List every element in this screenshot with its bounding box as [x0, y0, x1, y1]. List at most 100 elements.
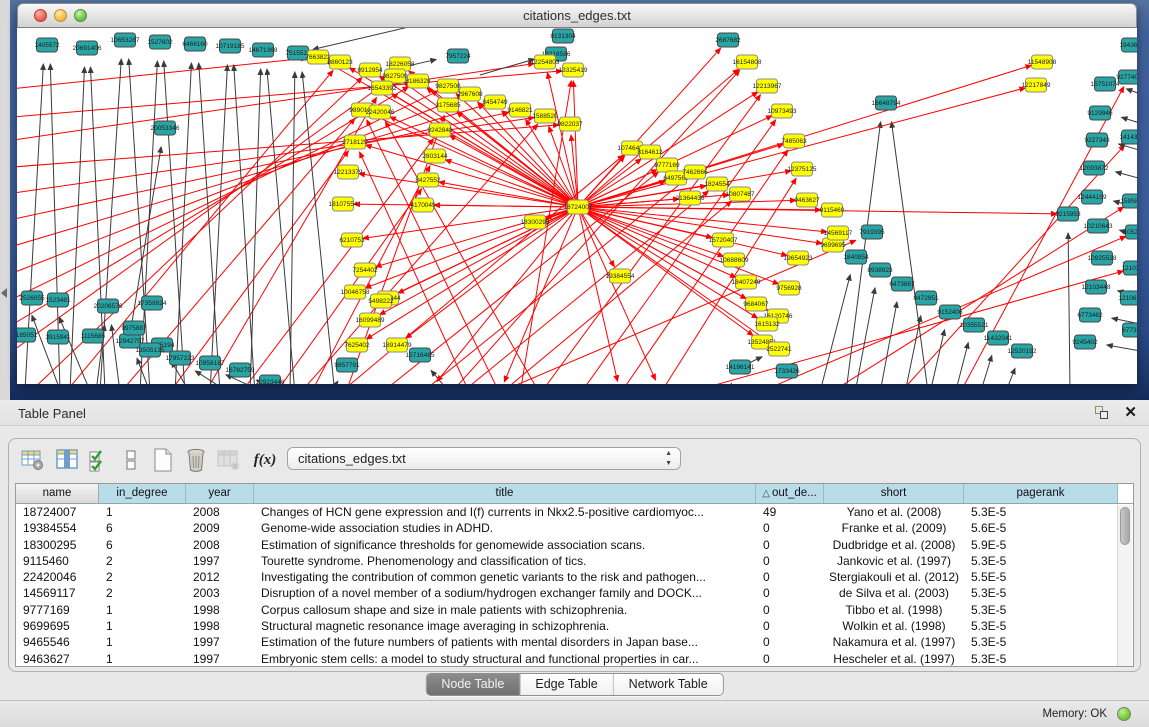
tab-edge-table[interactable]: Edge Table: [520, 674, 613, 695]
tab-node-table[interactable]: Node Table: [426, 674, 520, 695]
show-columns-icon[interactable]: [53, 446, 81, 474]
table-row[interactable]: 946362711997Embryonic stem cells: a mode…: [16, 651, 1133, 667]
table-row[interactable]: 911546021997Tourette syndrome. Phenomeno…: [16, 553, 1133, 569]
new-column-icon[interactable]: [149, 446, 177, 474]
graph-node[interactable]: 3175685: [435, 98, 461, 112]
graph-node[interactable]: 5498222: [368, 294, 394, 308]
graph-node[interactable]: 3915941: [45, 330, 71, 344]
graph-node[interactable]: 2967608: [457, 87, 483, 101]
graph-node[interactable]: 10719185: [216, 39, 245, 53]
graph-node[interactable]: 1588520: [532, 109, 558, 123]
graph-node[interactable]: 12520192: [1008, 344, 1037, 358]
table-mode-icon[interactable]: [19, 446, 47, 474]
table-row[interactable]: 977716911998Corpus callosum shape and si…: [16, 602, 1133, 618]
graph-node[interactable]: 12444159: [1078, 190, 1107, 204]
graph-node[interactable]: 16099489: [356, 313, 385, 327]
graph-node[interactable]: 14671368: [249, 43, 278, 57]
graph-node[interactable]: 9245402: [1072, 335, 1098, 349]
graph-node[interactable]: 9115460: [820, 203, 845, 217]
delete-table-icon[interactable]: [215, 446, 243, 474]
graph-node[interactable]: 6473867: [889, 277, 915, 291]
graph-node[interactable]: 2718129: [342, 135, 368, 149]
graph-node[interactable]: 1405572: [34, 38, 60, 52]
graph-node[interactable]: 17359924: [138, 296, 167, 310]
graph-node[interactable]: 9857791: [334, 358, 360, 372]
table-row[interactable]: 969969511998Structural magnetic resonanc…: [16, 618, 1133, 634]
graph-node[interactable]: 10925528: [1088, 251, 1117, 265]
graph-node[interactable]: 8186328: [405, 74, 431, 88]
graph-node[interactable]: 9777169: [654, 158, 680, 172]
graph-node[interactable]: 10958187: [196, 356, 225, 370]
graph-node[interactable]: 7254402: [352, 263, 378, 277]
graph-node[interactable]: 9152406: [937, 305, 963, 319]
graph-node[interactable]: 8938923: [867, 263, 893, 277]
graph-node[interactable]: 22420046: [366, 105, 395, 119]
graph-node[interactable]: 18914479: [383, 338, 412, 352]
graph-node[interactable]: 1615132: [754, 317, 780, 331]
column-header-year[interactable]: year: [186, 484, 254, 503]
column-header-name[interactable]: name: [16, 484, 99, 503]
graph-node[interactable]: 13505135: [136, 343, 165, 357]
table-row[interactable]: 1456911722003Disruption of a novel membe…: [16, 585, 1133, 601]
select-all-icon[interactable]: [85, 446, 113, 474]
graph-node[interactable]: 11548908: [1028, 55, 1057, 69]
table-selector-dropdown[interactable]: citations_edges.txt ▲▼: [287, 447, 681, 470]
graph-node[interactable]: 10688609: [720, 253, 749, 267]
graph-node[interactable]: 1414351: [1119, 130, 1137, 144]
graph-node[interactable]: 10973493: [768, 104, 797, 118]
graph-node[interactable]: 8131304: [550, 29, 576, 43]
graph-node[interactable]: 12923446: [256, 375, 285, 384]
graph-node[interactable]: 12093872: [1080, 161, 1109, 175]
close-panel-icon[interactable]: ✕: [1124, 403, 1137, 421]
graph-node[interactable]: 19384554: [606, 269, 635, 283]
graph-node[interactable]: 18724007: [564, 200, 593, 214]
column-header-out-de-[interactable]: △out_de...: [756, 484, 824, 503]
scrollbar-thumb[interactable]: [1120, 507, 1130, 545]
tab-network-table[interactable]: Network Table: [614, 674, 723, 695]
table-row[interactable]: 1830029562008Estimation of significance …: [16, 537, 1133, 553]
table-row[interactable]: 1938455462009Genome-wide association stu…: [16, 520, 1133, 536]
graph-node[interactable]: 2803144: [422, 149, 448, 163]
graph-node[interactable]: 8454749: [482, 95, 508, 109]
graph-node[interactable]: 1733426: [774, 364, 800, 378]
graph-node[interactable]: 12254803: [531, 55, 560, 69]
graph-node[interactable]: 1523481: [45, 293, 71, 307]
graph-node[interactable]: 7625402: [344, 338, 370, 352]
graph-node[interactable]: 10210643: [1084, 219, 1113, 233]
graph-node[interactable]: 2522741: [766, 342, 792, 356]
delete-column-icon[interactable]: [182, 446, 210, 474]
vertical-scrollbar[interactable]: [1117, 505, 1132, 667]
graph-node[interactable]: 20691406: [73, 41, 102, 55]
graph-node[interactable]: 8472951: [913, 291, 939, 305]
graph-node[interactable]: 18300295: [521, 215, 550, 229]
float-panel-icon[interactable]: [1095, 406, 1109, 420]
graph-node[interactable]: 10653287: [111, 33, 140, 47]
graph-node[interactable]: 20206576: [94, 299, 123, 313]
graph-node[interactable]: 1943694: [1119, 38, 1137, 52]
graph-node[interactable]: 12213967: [753, 79, 782, 93]
graph-node[interactable]: 9215953: [1055, 207, 1081, 221]
table-row[interactable]: 2242004622012Investigating the contribut…: [16, 569, 1133, 585]
graph-node[interactable]: 17957223: [166, 351, 195, 365]
graph-node[interactable]: 18107554: [329, 197, 358, 211]
graph-node[interactable]: 12103448: [1082, 280, 1111, 294]
graph-node[interactable]: 21364436: [676, 191, 705, 205]
collapse-panel-arrow-icon[interactable]: [1, 288, 7, 298]
graph-node[interactable]: 16648794: [872, 96, 901, 110]
graph-node[interactable]: 6210753: [339, 233, 365, 247]
graph-node[interactable]: 1595884: [1120, 194, 1137, 208]
graph-node[interactable]: 16543392: [368, 81, 397, 95]
column-header-pagerank[interactable]: pagerank: [964, 484, 1118, 503]
graph-node[interactable]: 8912954: [357, 63, 383, 77]
table-row[interactable]: 946554611997Estimation of the future num…: [16, 634, 1133, 650]
graph-node[interactable]: 12375125: [788, 162, 817, 176]
graph-node[interactable]: 2687682: [715, 33, 741, 47]
graph-node[interactable]: 18407249: [732, 275, 761, 289]
graph-node[interactable]: 1824554: [704, 177, 730, 191]
graph-node[interactable]: 9756928: [776, 281, 802, 295]
graph-node[interactable]: 2526055: [19, 291, 45, 305]
graph-node[interactable]: 7485063: [781, 134, 807, 148]
graph-node[interactable]: 19654923: [784, 251, 813, 265]
graph-node[interactable]: 10046758: [341, 285, 370, 299]
graph-node[interactable]: 9822037: [557, 117, 583, 131]
